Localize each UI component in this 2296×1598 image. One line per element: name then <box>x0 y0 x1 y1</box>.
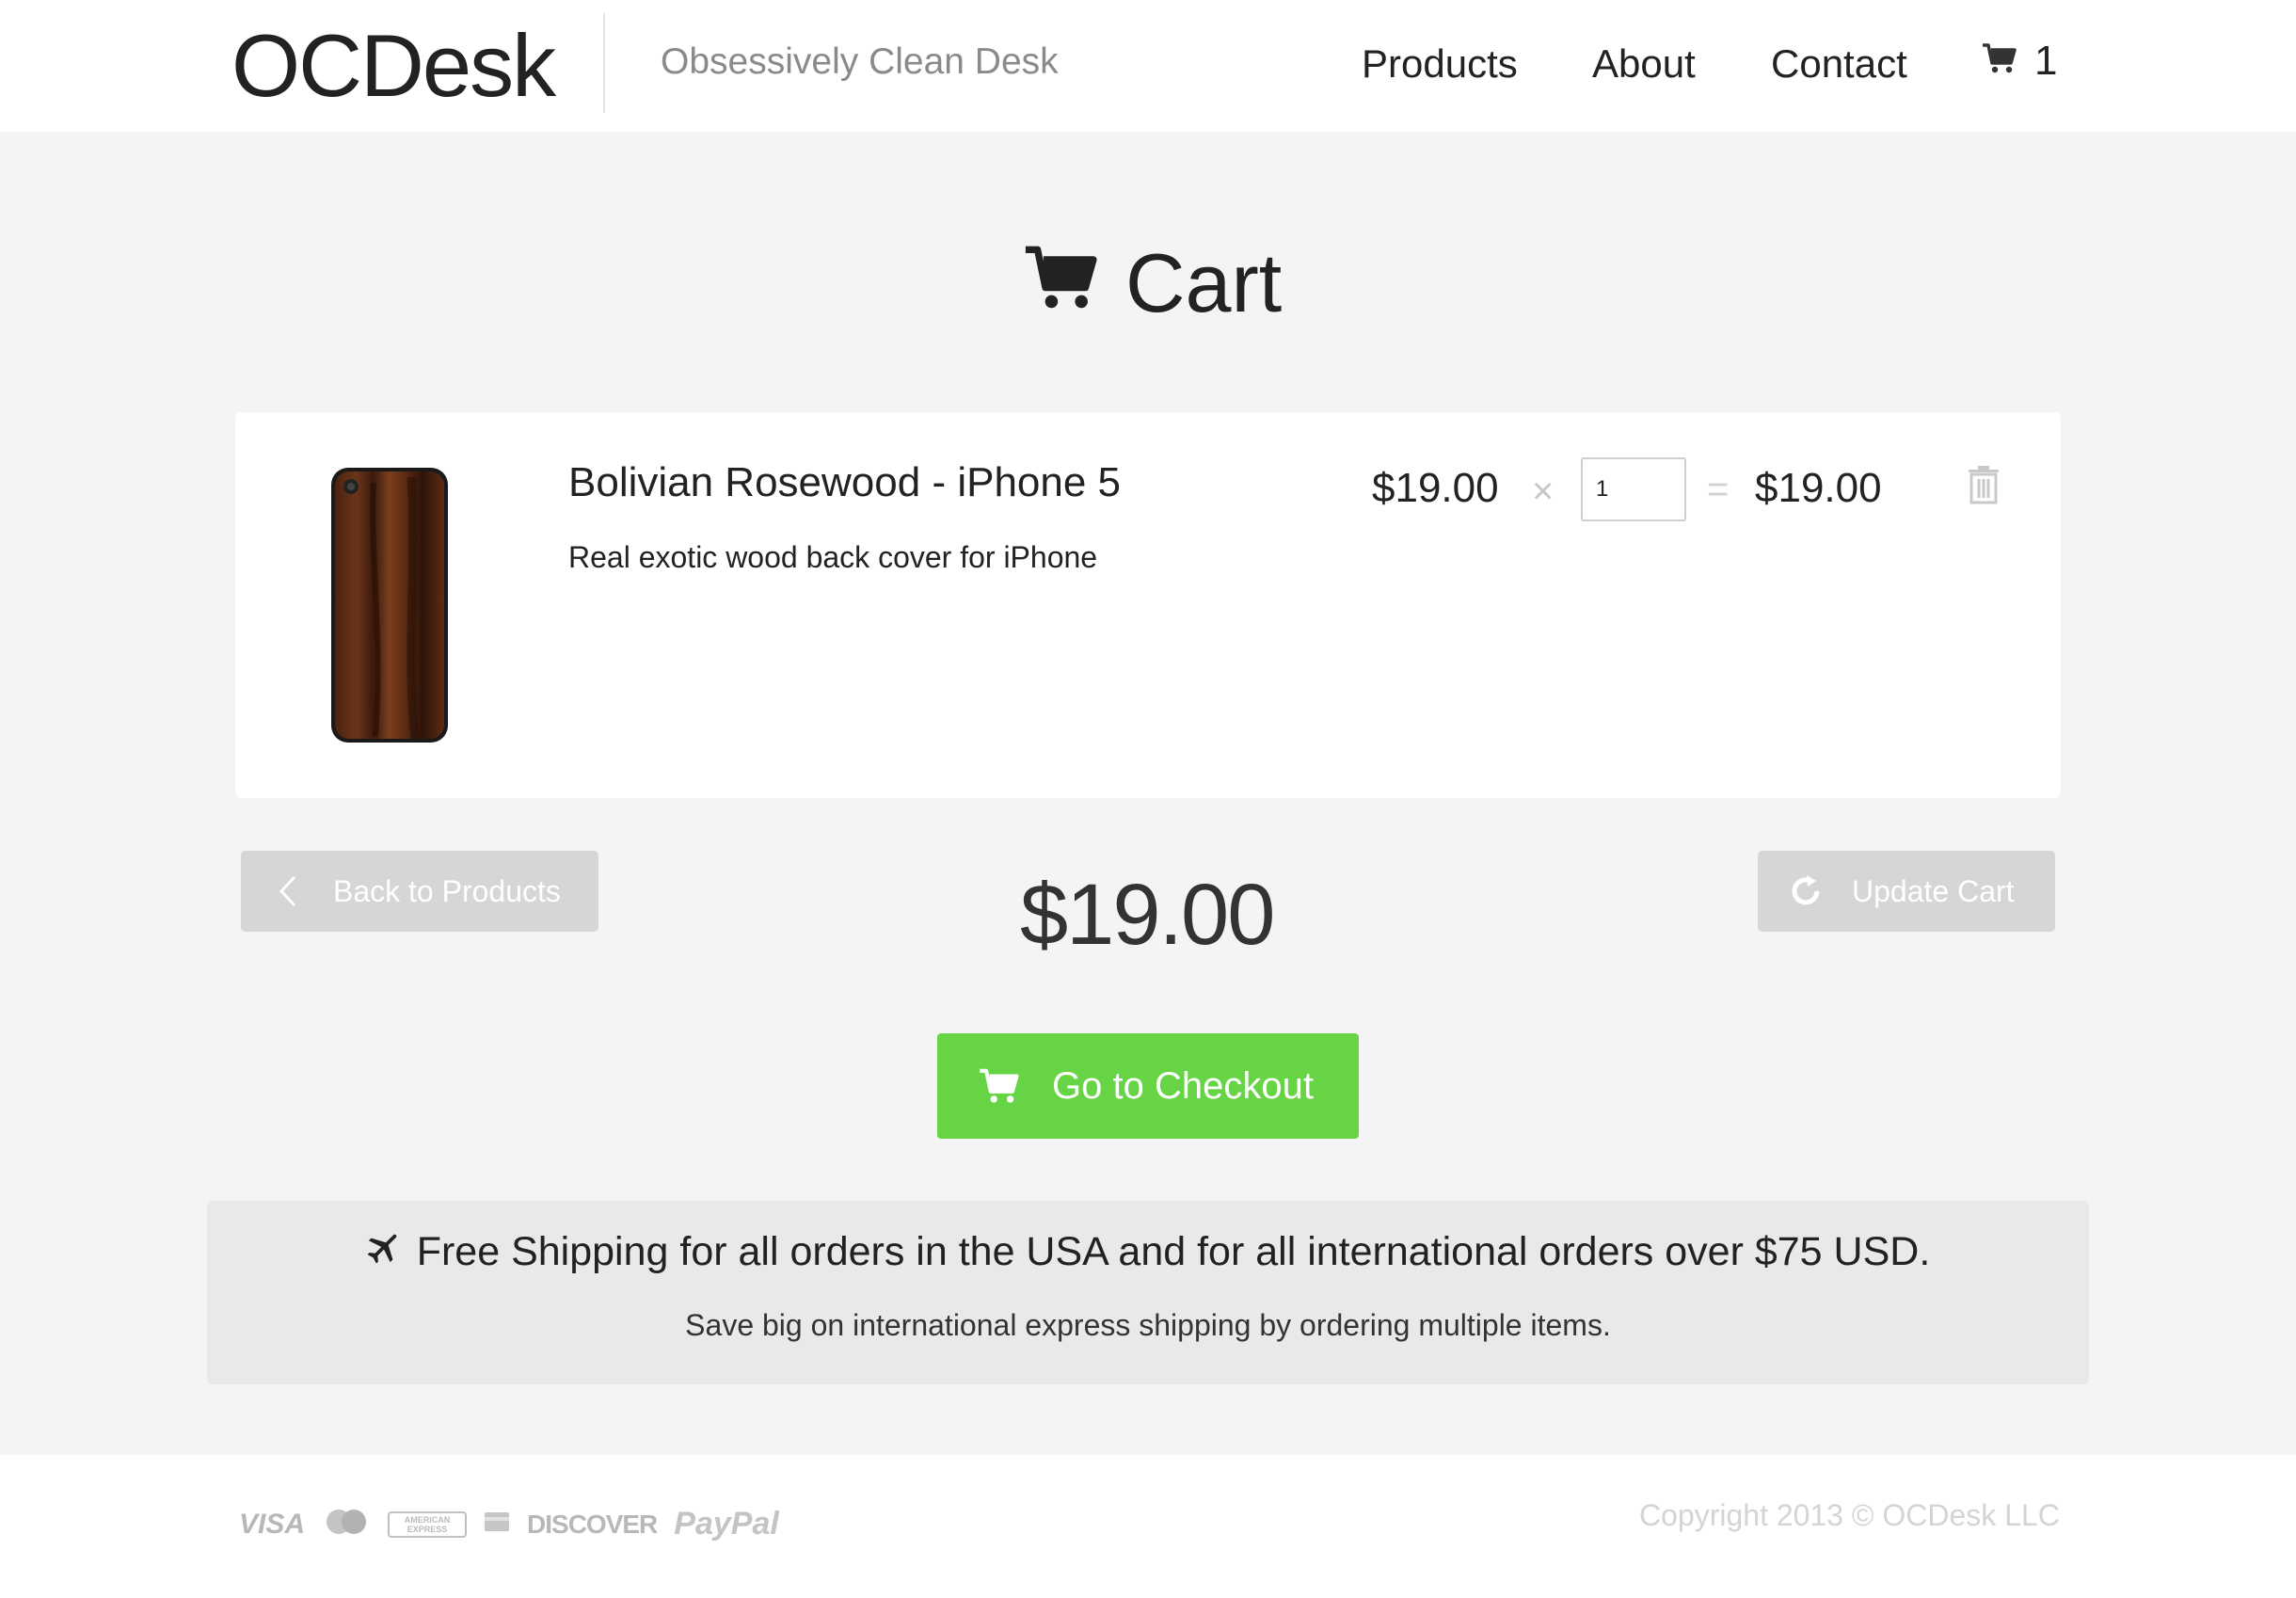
nav-products[interactable]: Products <box>1362 41 1518 87</box>
copyright: Copyright 2013 © OCDesk LLC <box>1639 1498 2060 1532</box>
cart-count: 1 <box>2034 38 2058 84</box>
product-name[interactable]: Bolivian Rosewood - iPhone 5 <box>568 459 1121 506</box>
discover-logo: DISCOVER <box>527 1509 658 1539</box>
back-to-products-button[interactable]: Back to Products <box>241 851 598 932</box>
go-to-checkout-button[interactable]: Go to Checkout <box>937 1033 1359 1139</box>
amex-logo: AMERICAN EXPRESS <box>388 1510 468 1538</box>
equals-sign: = <box>1707 469 1730 510</box>
airplane-icon <box>366 1229 402 1275</box>
nav-cart[interactable]: 1 <box>1982 38 2057 85</box>
update-button-label: Update Cart <box>1852 873 2015 908</box>
unit-price: $19.00 <box>1372 465 1499 511</box>
times-sign: × <box>1532 471 1555 512</box>
product-image[interactable] <box>327 464 453 746</box>
nav-contact[interactable]: Contact <box>1771 41 1907 87</box>
site-logo[interactable]: OCDesk <box>231 19 556 113</box>
chevron-left-icon <box>279 875 297 907</box>
shipping-banner: Free Shipping for all orders in the USA … <box>207 1201 2089 1384</box>
cart-icon <box>979 1067 1020 1105</box>
cart-icon <box>1022 235 1101 331</box>
site-footer: VISA AMERICAN EXPRESS DISCOVER PayPal Co… <box>0 1455 2296 1598</box>
line-total: $19.00 <box>1755 465 1882 511</box>
shipping-title-text: Free Shipping for all orders in the USA … <box>416 1229 1931 1274</box>
shipping-subtitle: Save big on international express shippi… <box>685 1308 1611 1342</box>
cart-total: $19.00 <box>1020 867 1275 963</box>
page-title: Cart <box>1022 235 1282 331</box>
generic-card-logo <box>484 1511 510 1537</box>
payment-logos: VISA AMERICAN EXPRESS DISCOVER PayPal <box>239 1506 779 1542</box>
paypal-logo: PayPal <box>674 1506 779 1542</box>
back-button-label: Back to Products <box>333 873 561 908</box>
checkout-button-label: Go to Checkout <box>1052 1064 1314 1107</box>
product-description: Real exotic wood back cover for iPhone <box>568 540 1098 574</box>
trash-icon[interactable] <box>1967 465 2001 504</box>
page-title-text: Cart <box>1125 236 1283 329</box>
site-tagline: Obsessively Clean Desk <box>661 41 1059 82</box>
cart-icon <box>1982 38 2017 85</box>
refresh-icon <box>1788 873 1824 909</box>
visa-logo: VISA <box>239 1508 306 1540</box>
cart-item-panel: Bolivian Rosewood - iPhone 5 Real exotic… <box>235 412 2061 798</box>
shipping-title: Free Shipping for all orders in the USA … <box>207 1229 2089 1275</box>
nav-about[interactable]: About <box>1592 41 1696 87</box>
update-cart-button[interactable]: Update Cart <box>1758 851 2055 932</box>
site-header: OCDesk Obsessively Clean Desk Products A… <box>0 0 2296 132</box>
quantity-input[interactable] <box>1581 457 1686 521</box>
mastercard-logo <box>322 1508 371 1541</box>
logo-divider <box>603 13 605 113</box>
